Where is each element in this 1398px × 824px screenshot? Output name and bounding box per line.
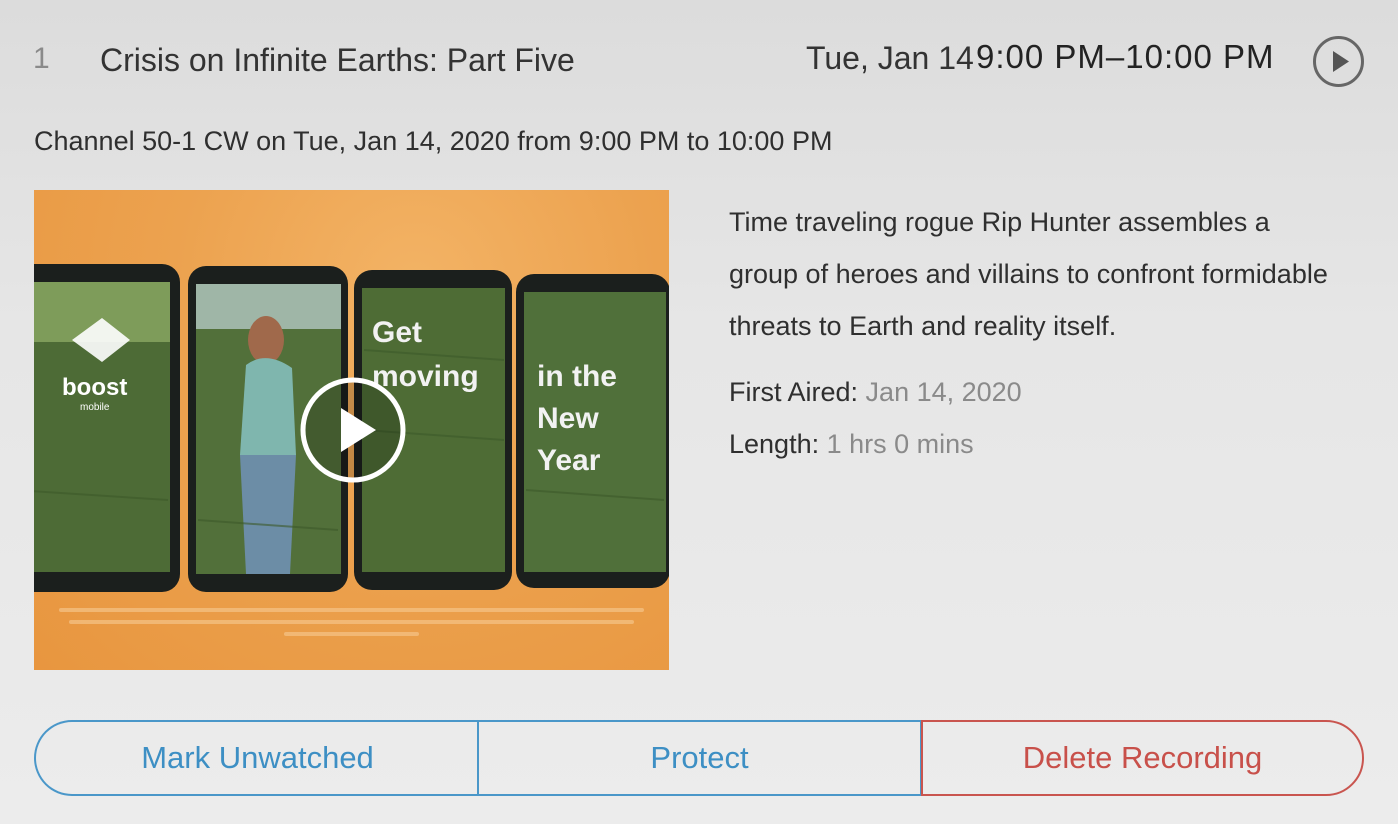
protect-button[interactable]: Protect: [477, 720, 922, 796]
video-thumbnail[interactable]: boost mobile Get moving in the New Year: [34, 190, 669, 670]
brand-text: boost: [62, 374, 127, 401]
brand-sub-text: mobile: [80, 402, 110, 413]
first-aired-label: First Aired:: [729, 377, 859, 407]
phone-text-in-the: in the: [537, 360, 617, 393]
phone-text-get: Get: [372, 316, 422, 349]
air-time: 9:00 PM–10:00 PM: [976, 38, 1275, 75]
play-circle-icon[interactable]: [1313, 36, 1364, 87]
action-buttons: Mark Unwatched Protect Delete Recording: [34, 720, 1364, 796]
air-date: Tue, Jan 14: [806, 40, 974, 76]
phone-text-moving: moving: [372, 360, 479, 393]
mark-unwatched-button[interactable]: Mark Unwatched: [34, 720, 479, 796]
phone-text-year: Year: [537, 444, 601, 477]
episode-number: 1: [33, 42, 50, 75]
length-row: Length: 1 hrs 0 mins: [729, 429, 974, 460]
episode-title: Crisis on Infinite Earths: Part Five: [100, 42, 575, 78]
episode-description: Time traveling rogue Rip Hunter assemble…: [729, 207, 1328, 341]
play-icon[interactable]: [300, 377, 406, 483]
first-aired-value: Jan 14, 2020: [865, 377, 1022, 407]
delete-recording-button[interactable]: Delete Recording: [921, 720, 1364, 796]
length-label: Length:: [729, 429, 820, 459]
channel-info: Channel 50-1 CW on Tue, Jan 14, 2020 fro…: [34, 126, 833, 156]
episode-header: 1 Crisis on Infinite Earths: Part Five T…: [0, 0, 1398, 120]
first-aired-row: First Aired: Jan 14, 2020: [729, 377, 1022, 408]
phone-text-new: New: [537, 402, 599, 435]
length-value: 1 hrs 0 mins: [826, 429, 974, 459]
